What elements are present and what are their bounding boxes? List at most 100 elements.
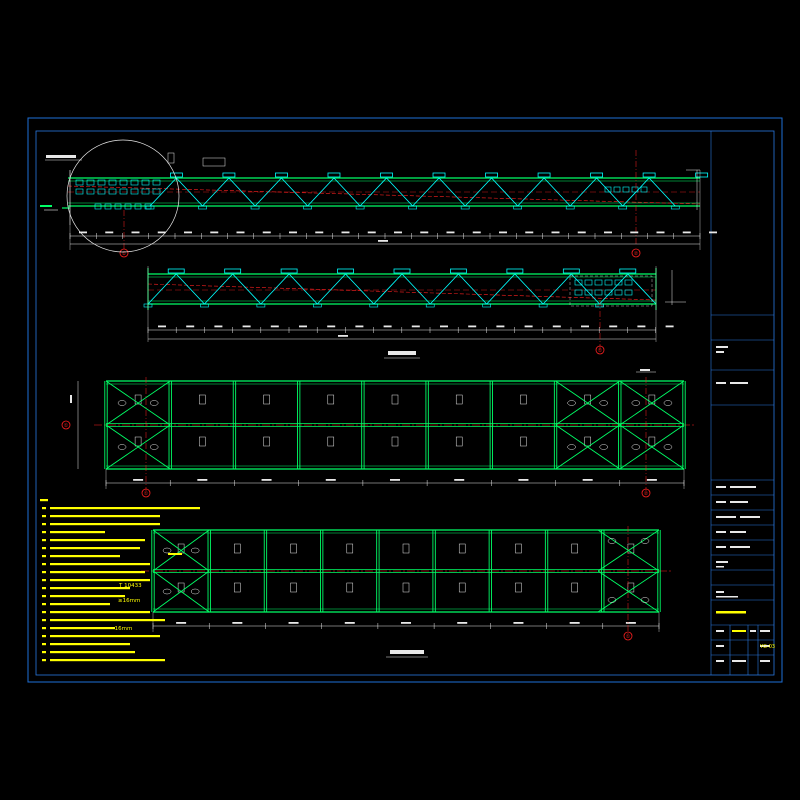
purlin-marker <box>458 543 466 554</box>
top-gusset-plate <box>393 268 411 274</box>
purlin-marker <box>391 436 399 447</box>
top-gusset-plate <box>380 172 393 178</box>
dim-text <box>367 231 376 234</box>
top-gusset-plate <box>619 268 637 274</box>
note-number <box>42 595 46 598</box>
purlin-marker <box>584 436 591 447</box>
elevation-text <box>640 369 650 371</box>
brace-bolt <box>162 588 172 595</box>
bolt-group <box>152 188 161 195</box>
top-gusset-plate <box>275 172 288 178</box>
purlin-marker <box>402 582 410 593</box>
note-number <box>42 651 46 654</box>
title-block-marks <box>716 346 770 662</box>
purlin-marker <box>327 394 335 405</box>
diagonal-member <box>359 177 387 207</box>
bolt-group <box>604 279 613 286</box>
dim-text <box>236 231 245 234</box>
dim-text <box>105 231 114 234</box>
bolt-group <box>86 188 95 195</box>
purlin-marker <box>234 543 241 554</box>
dim-text <box>197 479 208 481</box>
truss-elevation-lower: ① <box>143 266 686 355</box>
dim-text <box>299 325 307 328</box>
top-gusset-plate <box>169 172 183 178</box>
note-number <box>42 515 46 518</box>
note-number <box>42 571 46 574</box>
brace-bolt <box>631 444 641 450</box>
note-line <box>50 563 150 566</box>
dim-text <box>242 325 251 328</box>
note-10-code: T 10433 <box>119 583 142 589</box>
diagonal-member <box>401 273 431 305</box>
dim-text <box>552 325 561 328</box>
dim-text <box>325 479 336 481</box>
dim-text <box>454 479 465 481</box>
purlin-marker <box>648 436 656 447</box>
bolt-group <box>108 188 117 195</box>
dim-text <box>270 325 279 328</box>
dim-text <box>210 231 219 234</box>
brace-bolt <box>567 400 576 406</box>
section-marker <box>202 157 226 167</box>
brace-bolt <box>663 444 673 450</box>
dim-text <box>232 622 243 624</box>
top-gusset-plate <box>167 268 185 274</box>
top-gusset-plate <box>695 172 709 178</box>
brace-bolt <box>631 400 641 406</box>
dim-text <box>288 622 299 624</box>
note-line <box>50 547 140 550</box>
diagonal-member <box>260 273 290 305</box>
centerline-red <box>147 283 657 301</box>
bolt-group <box>622 186 630 193</box>
grid-bubble-1-label: ① <box>144 491 149 497</box>
grid-bubble-1-label: ① <box>626 634 631 640</box>
axis-bubble-left-label: ① <box>64 423 69 429</box>
top-gusset-plate <box>562 268 580 274</box>
dim-text <box>394 231 402 234</box>
grid-bubble-2-label: ② <box>634 251 639 257</box>
purlin-marker <box>455 394 463 405</box>
top-gusset-plate <box>506 268 524 274</box>
note-line <box>50 539 145 542</box>
brace-bolt <box>117 400 127 406</box>
diagonal-member <box>345 273 375 305</box>
drawing-canvas: ①② ① ① ②① ① <box>27 117 783 683</box>
bolt-group <box>584 279 593 286</box>
note-number <box>42 531 46 534</box>
brace-bolt <box>607 597 617 603</box>
bolt-group <box>624 289 633 296</box>
top-gusset-plate <box>432 172 446 178</box>
diagonal-member <box>386 177 413 207</box>
diagonal-member <box>542 273 572 305</box>
top-gusset-plate <box>337 268 354 274</box>
note-number <box>42 643 46 646</box>
purlin-marker <box>199 394 206 405</box>
brace-bolt <box>162 547 172 554</box>
purlin-marker <box>290 543 297 554</box>
bolt-group <box>613 186 621 193</box>
dim-text-overall <box>338 335 348 337</box>
note-line <box>50 579 150 582</box>
note-line <box>50 603 110 606</box>
note-line <box>50 627 115 630</box>
diagonal-member <box>373 273 403 305</box>
dim-text <box>682 231 691 234</box>
brace-bolt <box>149 444 159 450</box>
purlin-marker <box>571 543 578 554</box>
dim-text <box>457 622 468 624</box>
dim-text <box>133 479 144 481</box>
note-number <box>42 555 46 558</box>
purlin-marker <box>346 543 354 554</box>
dim-text <box>327 325 336 328</box>
note-number <box>42 627 46 630</box>
diagonal-member <box>204 273 233 305</box>
diagonal-member <box>599 273 629 305</box>
title-block-highlight <box>716 611 746 632</box>
dim-text <box>261 479 272 481</box>
purlin-marker <box>391 394 399 405</box>
purlin-marker <box>458 582 466 593</box>
dim-text <box>656 231 665 234</box>
note-line <box>50 611 150 614</box>
view-title-elevation <box>388 351 416 355</box>
